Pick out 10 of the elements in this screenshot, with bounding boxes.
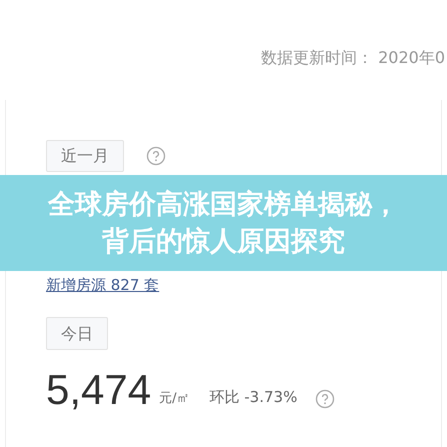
price-change: 环比 -3.73% <box>210 386 298 408</box>
help-icon[interactable] <box>315 389 336 409</box>
period-tab[interactable]: 近一月 <box>46 140 124 172</box>
new-listings-link[interactable]: 新增房源 827 套 <box>46 276 160 294</box>
update-time: 数据更新时间： 2020年0 <box>261 47 445 69</box>
price-unit: 元/㎡ <box>159 390 190 408</box>
help-icon[interactable] <box>146 146 166 166</box>
period-tab[interactable]: 今日 <box>46 317 108 350</box>
headline-text: 全球房价高涨国家榜单揭秘，背后的惊人原因探究 <box>46 188 400 259</box>
price-value: 5,474 <box>46 368 152 412</box>
